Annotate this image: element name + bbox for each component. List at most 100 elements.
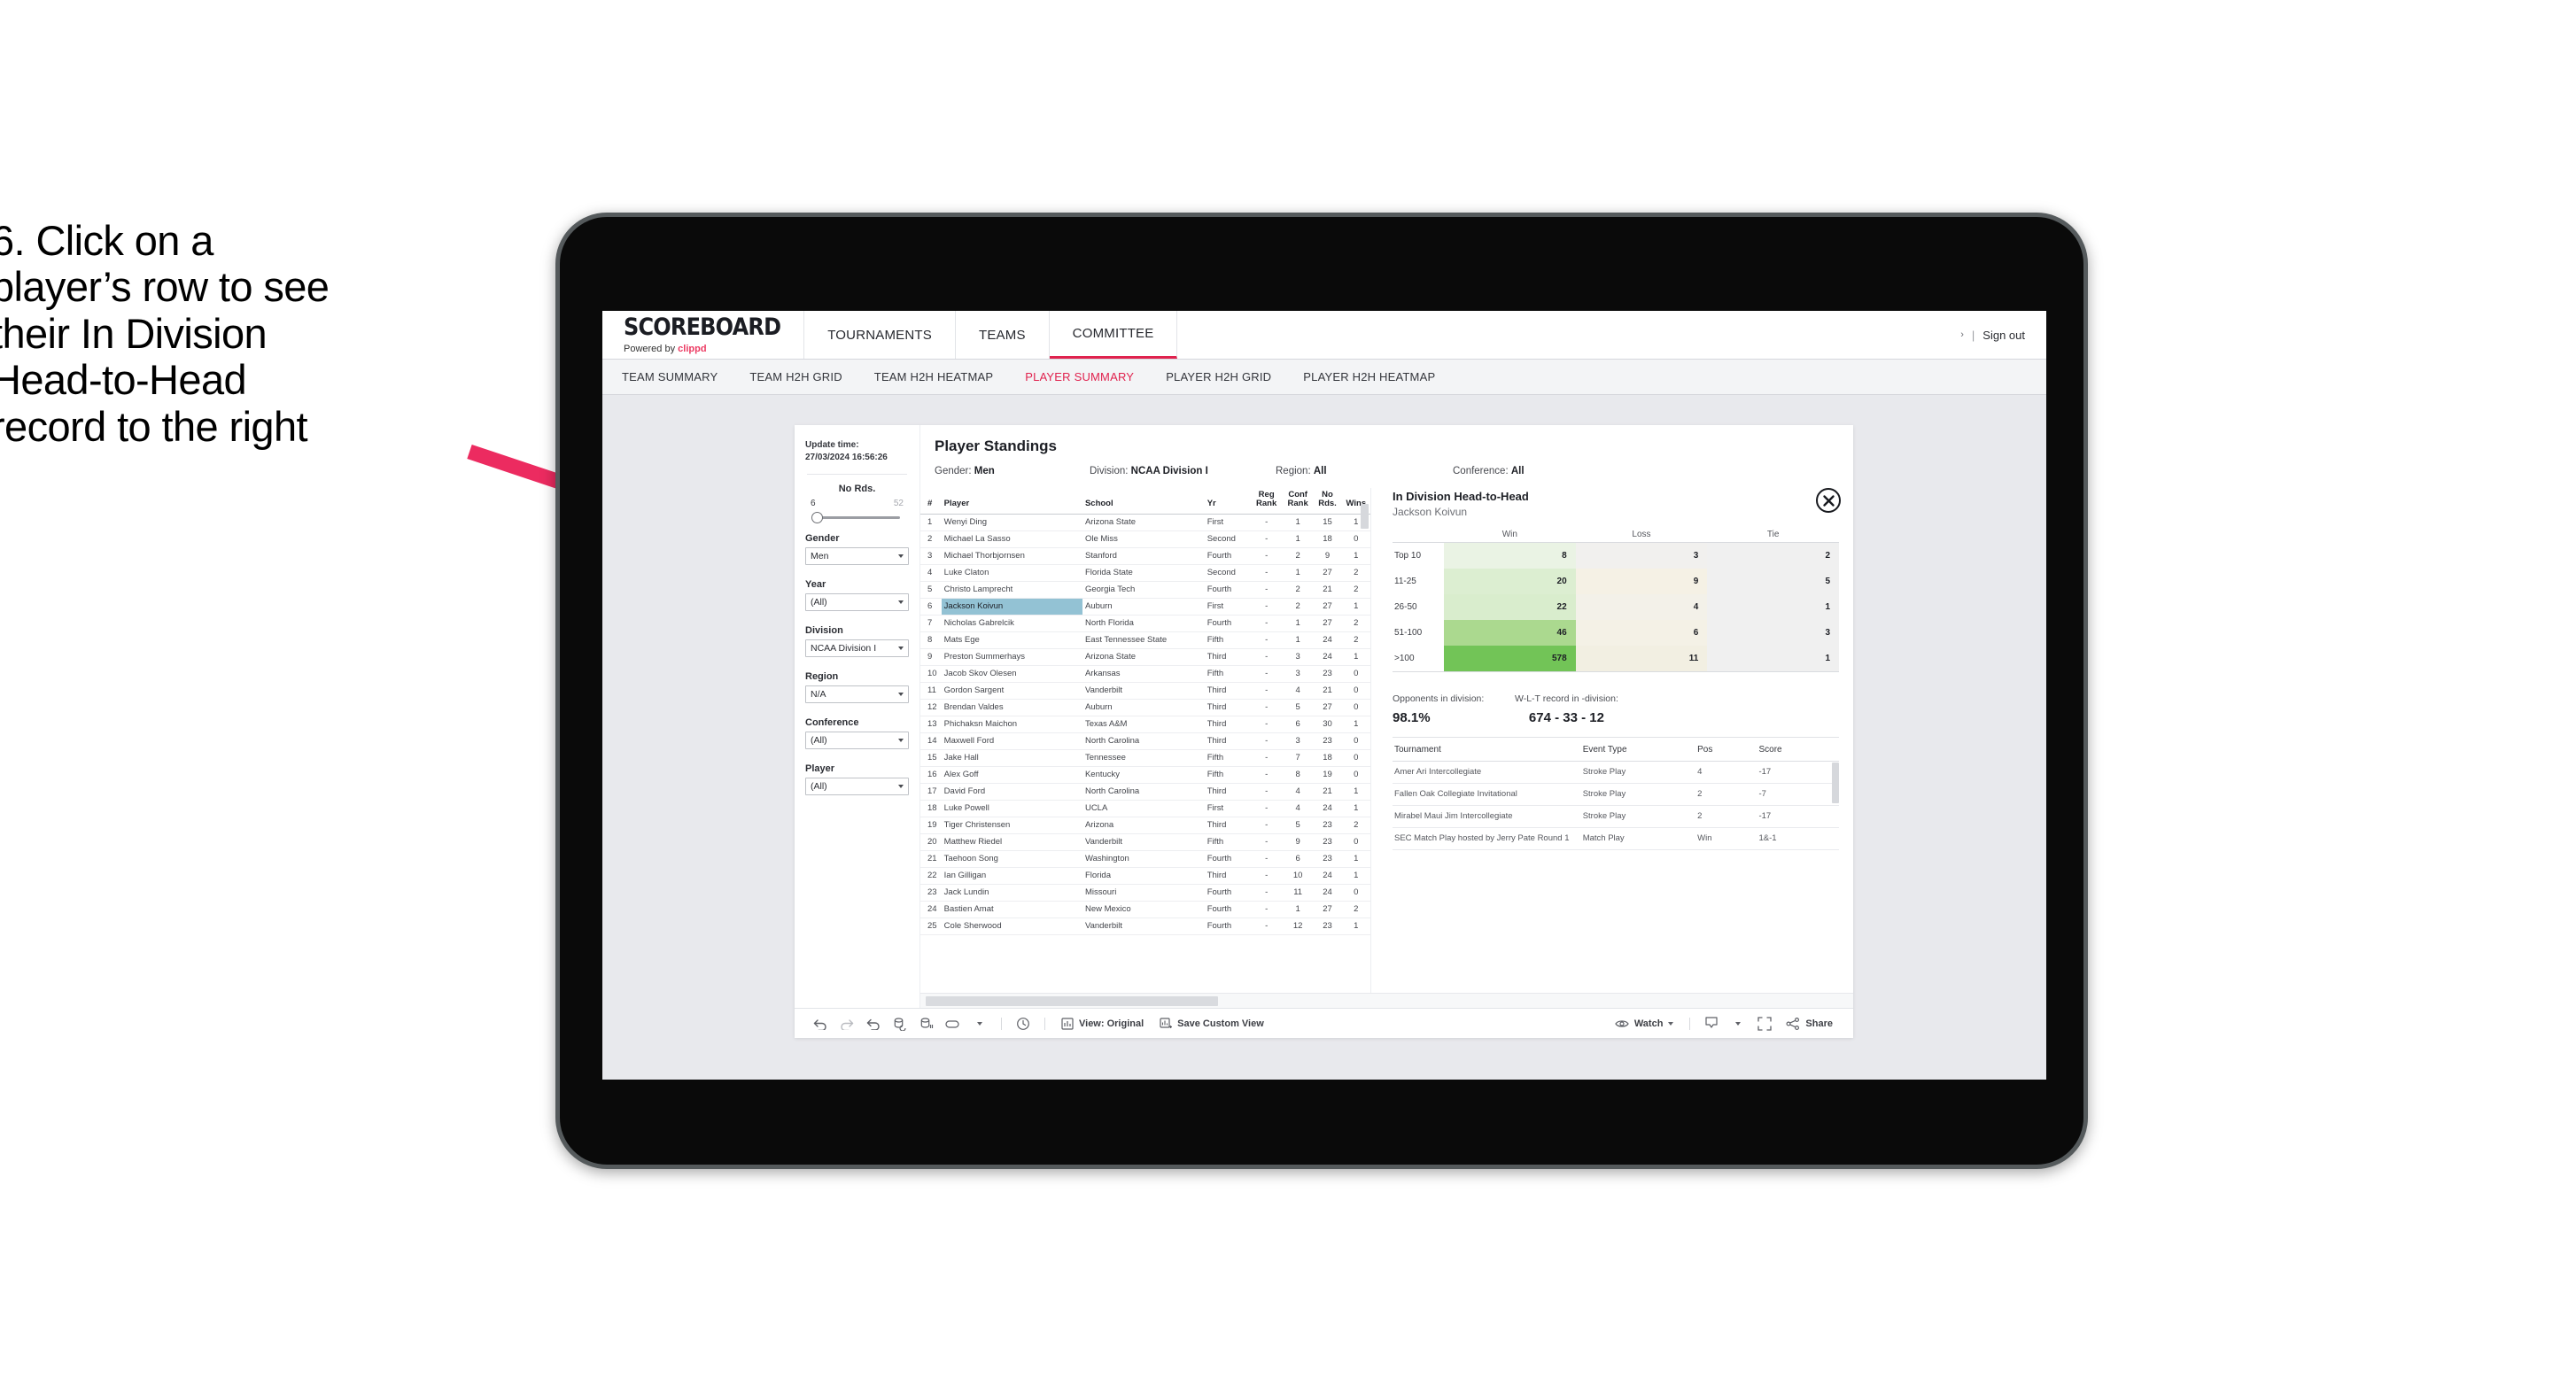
redo-icon[interactable] (834, 1018, 860, 1030)
heatmap-cell-loss[interactable]: 6 (1575, 620, 1708, 646)
heatmap-cell-win[interactable]: 578 (1444, 646, 1576, 672)
table-row[interactable]: 14 Maxwell Ford North Carolina Third -3 23 0 (920, 732, 1370, 750)
no-rounds-slider[interactable]: No Rds. 6 52 (805, 484, 909, 523)
col-pos[interactable]: Pos (1695, 741, 1757, 762)
heatmap-cell-win[interactable]: 8 (1444, 542, 1576, 569)
table-row[interactable]: 20 Matthew Riedel Vanderbilt Fifth -9 23 0 (920, 833, 1370, 851)
table-row[interactable]: 5 Christo Lamprecht Georgia Tech Fourth -2 21… (920, 581, 1370, 599)
tournaments-vertical-scrollbar[interactable] (1832, 763, 1839, 803)
undo-icon[interactable] (807, 1018, 834, 1030)
nav-teams[interactable]: TEAMS (956, 311, 1050, 359)
filter-player-select[interactable]: (All) (805, 778, 909, 795)
revert-icon[interactable] (860, 1018, 887, 1030)
col-tournament[interactable]: Tournament (1393, 741, 1581, 762)
fullscreen-icon[interactable] (1751, 1016, 1778, 1031)
dropdown-caret-icon[interactable] (1725, 1021, 1751, 1026)
eye-icon (1615, 1019, 1629, 1027)
tournament-row[interactable]: Fallen Oak Collegiate Invitational Stroke… (1393, 783, 1839, 806)
heatmap-cell-loss[interactable]: 3 (1575, 542, 1708, 569)
tournament-row[interactable]: SEC Match Play hosted by Jerry Pate Roun… (1393, 827, 1839, 850)
tab-team-summary[interactable]: TEAM SUMMARY (622, 370, 718, 383)
save-custom-view-button[interactable]: Save Custom View (1152, 1017, 1272, 1030)
pause-auto-update-icon[interactable] (913, 1017, 940, 1031)
table-row[interactable]: 7 Nicholas Gabrelcik North Florida Fourth -1… (920, 615, 1370, 632)
heatmap-cell-loss[interactable]: 4 (1575, 594, 1708, 620)
table-row[interactable]: 6 Jackson Koivun Auburn First -2 27 1 (920, 598, 1370, 616)
download-icon[interactable] (1698, 1017, 1725, 1030)
table-row[interactable]: 2 Michael La Sasso Ole Miss Second -1 18 0 (920, 530, 1370, 548)
heatmap-cell-win[interactable]: 22 (1444, 594, 1576, 620)
filter-year-value: (All) (811, 597, 827, 608)
filter-year-select[interactable]: (All) (805, 593, 909, 611)
chevron-right-icon[interactable]: › (1960, 329, 1964, 340)
heatmap-cell-win[interactable]: 46 (1444, 620, 1576, 646)
cell-rank: 17 (920, 783, 942, 801)
table-row[interactable]: 12 Brendan Valdes Auburn Third -5 27 0 (920, 699, 1370, 716)
table-row[interactable]: 21 Taehoon Song Washington Fourth -6 23 1 (920, 850, 1370, 868)
col-no-rds[interactable]: No Rds. (1313, 488, 1342, 515)
sign-out-button[interactable]: Sign out (1982, 329, 2025, 342)
table-row[interactable]: 1 Wenyi Ding Arizona State First -1 15 1 (920, 514, 1370, 531)
table-row[interactable]: 4 Luke Claton Florida State Second -1 27 2 (920, 564, 1370, 582)
tab-player-h2h-heatmap[interactable]: PLAYER H2H HEATMAP (1303, 370, 1435, 383)
col-reg-rank[interactable]: Reg Rank (1250, 488, 1283, 515)
cell-reg-rank: - (1250, 598, 1283, 616)
col-school[interactable]: School (1082, 488, 1205, 515)
heatmap-cell-win[interactable]: 20 (1444, 569, 1576, 594)
tournament-row[interactable]: Amer Ari Intercollegiate Stroke Play 4 -17 (1393, 761, 1839, 784)
table-row[interactable]: 9 Preston Summerhays Arizona State Third -3 2… (920, 648, 1370, 666)
col-player[interactable]: Player (941, 488, 1082, 515)
watch-button[interactable]: Watch (1607, 1018, 1682, 1029)
table-row[interactable]: 11 Gordon Sargent Vanderbilt Third -4 21 0 (920, 682, 1370, 700)
col-rank[interactable]: # (920, 488, 942, 515)
heatmap-cell-tie[interactable]: 3 (1707, 620, 1839, 646)
tab-team-h2h-heatmap[interactable]: TEAM H2H HEATMAP (874, 370, 993, 383)
tournament-row[interactable]: Mirabel Maui Jim Intercollegiate Stroke P… (1393, 805, 1839, 828)
table-row[interactable]: 25 Cole Sherwood Vanderbilt Fourth -12 23 1 (920, 918, 1370, 935)
player-table-vertical-scrollbar[interactable] (1361, 504, 1369, 529)
slider-handle[interactable] (811, 512, 823, 523)
close-circle-icon[interactable] (1816, 488, 1841, 513)
heatmap-cell-tie[interactable]: 1 (1707, 594, 1839, 620)
cell-wins: 1 (1341, 598, 1370, 616)
tab-player-summary[interactable]: PLAYER SUMMARY (1025, 370, 1134, 383)
filter-division-select[interactable]: NCAA Division I (805, 639, 909, 657)
nav-committee[interactable]: COMMITTEE (1049, 311, 1178, 359)
refresh-data-icon[interactable] (887, 1017, 913, 1031)
heatmap-cell-tie[interactable]: 5 (1707, 569, 1839, 594)
table-row[interactable]: 18 Luke Powell UCLA First -4 24 1 (920, 800, 1370, 817)
col-conf-rank[interactable]: Conf Rank (1282, 488, 1314, 515)
heatmap-cell-tie[interactable]: 1 (1707, 646, 1839, 672)
slider-track[interactable] (811, 512, 900, 523)
view-original-button[interactable]: View: Original (1053, 1017, 1152, 1030)
table-row[interactable]: 8 Mats Ege East Tennessee State Fifth -1 24 2 (920, 631, 1370, 649)
table-row[interactable]: 3 Michael Thorbjornsen Stanford Fourth -2 9 1 (920, 547, 1370, 565)
table-row[interactable]: 13 Phichaksn Maichon Texas A&M Third -6 30 1 (920, 716, 1370, 733)
filter-region-select[interactable]: N/A (805, 685, 909, 703)
nav-tournaments[interactable]: TOURNAMENTS (804, 311, 956, 359)
table-row[interactable]: 19 Tiger Christensen Arizona Third -5 23 2 (920, 817, 1370, 834)
table-row[interactable]: 15 Jake Hall Tennessee Fifth -7 18 0 (920, 749, 1370, 767)
heatmap-cell-loss[interactable]: 9 (1575, 569, 1708, 594)
table-row[interactable]: 22 Ian Gilligan Florida Third -10 24 1 (920, 867, 1370, 885)
tab-player-h2h-grid[interactable]: PLAYER H2H GRID (1166, 370, 1271, 383)
clock-icon[interactable] (1010, 1017, 1036, 1031)
table-row[interactable]: 10 Jacob Skov Olesen Arkansas Fifth -3 23 0 (920, 665, 1370, 683)
col-event-type[interactable]: Event Type (1580, 741, 1696, 762)
heatmap-cell-tie[interactable]: 2 (1707, 542, 1839, 569)
pill-icon[interactable] (940, 1018, 966, 1029)
dropdown-caret-icon[interactable] (966, 1021, 993, 1026)
cell-player: Maxwell Ford (941, 732, 1082, 750)
filter-gender-select[interactable]: Men (805, 547, 909, 565)
player-table-horizontal-scrollbar[interactable] (926, 996, 1218, 1006)
table-row[interactable]: 24 Bastien Amat New Mexico Fourth -1 27 2 (920, 901, 1370, 918)
heatmap-cell-loss[interactable]: 11 (1575, 646, 1708, 672)
col-score[interactable]: Score (1757, 741, 1839, 762)
table-row[interactable]: 17 David Ford North Carolina Third -4 21 1 (920, 783, 1370, 801)
table-row[interactable]: 16 Alex Goff Kentucky Fifth -8 19 0 (920, 766, 1370, 784)
table-row[interactable]: 23 Jack Lundin Missouri Fourth -11 24 0 (920, 884, 1370, 902)
tab-team-h2h-grid[interactable]: TEAM H2H GRID (749, 370, 842, 383)
col-yr[interactable]: Yr (1204, 488, 1251, 515)
filter-conference-select[interactable]: (All) (805, 732, 909, 749)
share-button[interactable]: Share (1778, 1017, 1841, 1030)
